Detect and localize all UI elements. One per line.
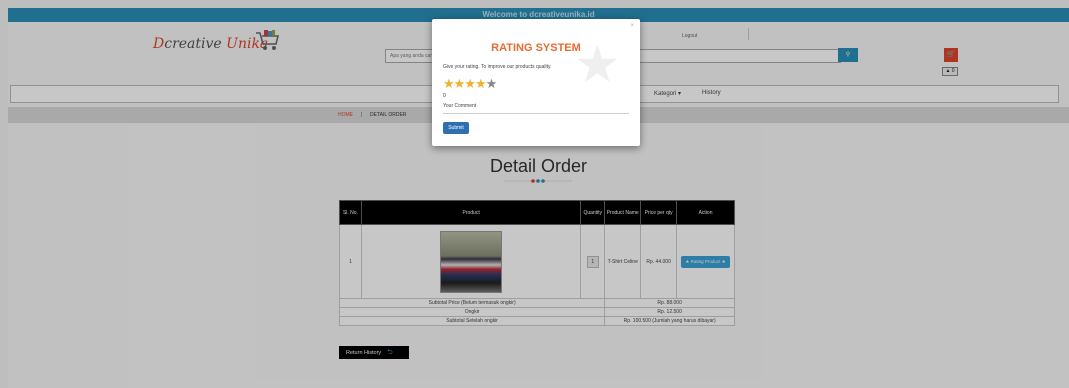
star-icon[interactable]: ★ <box>464 76 476 91</box>
rating-value: 0 <box>443 93 446 99</box>
close-icon[interactable]: × <box>630 23 634 29</box>
comment-field[interactable] <box>443 113 629 114</box>
comment-label: Your Comment <box>443 103 477 109</box>
star-rating[interactable]: ★★★★★ <box>443 76 498 91</box>
modal-title: RATING SYSTEM <box>491 42 581 54</box>
star-icon[interactable]: ★ <box>443 76 455 91</box>
star-icon[interactable]: ★ <box>454 76 466 91</box>
rating-modal: ★ × RATING SYSTEM Give your rating. To i… <box>432 19 640 146</box>
star-icon[interactable]: ★ <box>475 76 487 91</box>
star-icon[interactable]: ★ <box>486 76 498 91</box>
submit-button[interactable]: Submit <box>443 122 469 134</box>
modal-description: Give your rating. To improve our product… <box>443 64 552 70</box>
